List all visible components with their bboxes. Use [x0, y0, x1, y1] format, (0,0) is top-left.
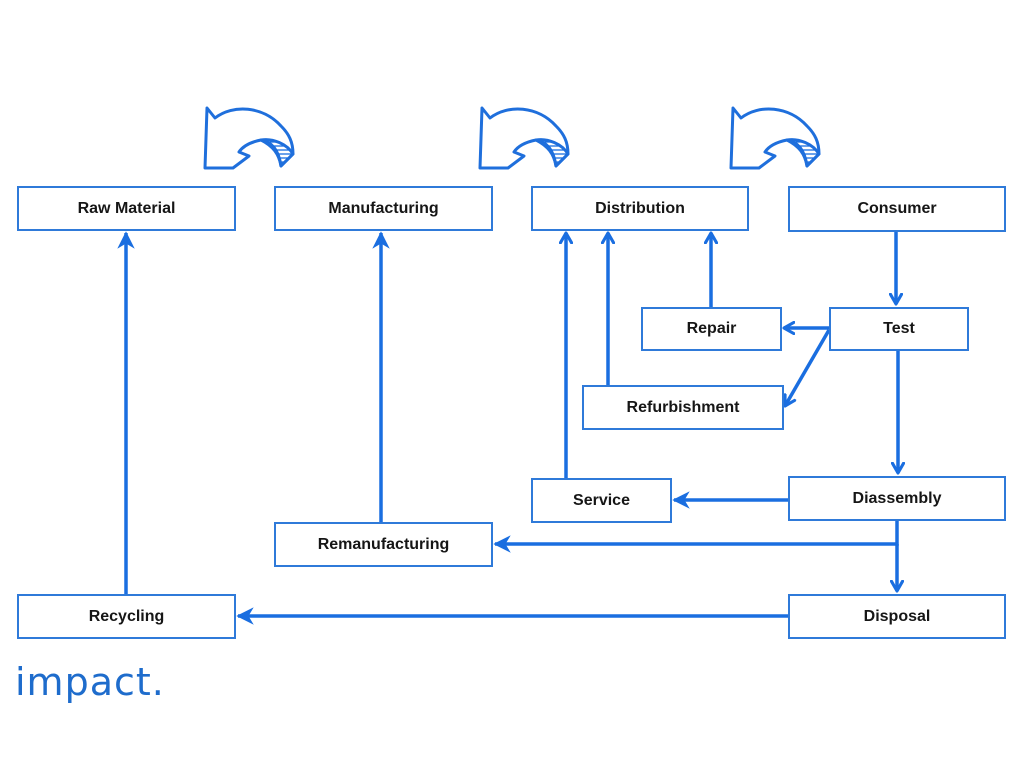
- node-raw-material: Raw Material: [17, 186, 236, 231]
- curved-arrow-icon: [478, 106, 570, 170]
- node-refurbishment: Refurbishment: [582, 385, 784, 430]
- curved-arrow-icon: [203, 106, 295, 170]
- node-test: Test: [829, 307, 969, 351]
- node-remanufacturing: Remanufacturing: [274, 522, 493, 567]
- node-repair: Repair: [641, 307, 782, 351]
- node-disassembly: Diassembly: [788, 476, 1006, 521]
- node-service: Service: [531, 478, 672, 523]
- impact-logo: impact.: [15, 660, 165, 704]
- node-consumer: Consumer: [788, 186, 1006, 232]
- edge-disassembly-remanufacturing: [493, 520, 899, 553]
- node-manufacturing: Manufacturing: [274, 186, 493, 231]
- node-distribution: Distribution: [531, 186, 749, 231]
- curved-arrow-icon: [729, 106, 821, 170]
- node-recycling: Recycling: [17, 594, 236, 639]
- circular-economy-diagram: [117, 106, 1024, 625]
- edge-test-refurbishment: [785, 329, 831, 406]
- node-disposal: Disposal: [788, 594, 1006, 639]
